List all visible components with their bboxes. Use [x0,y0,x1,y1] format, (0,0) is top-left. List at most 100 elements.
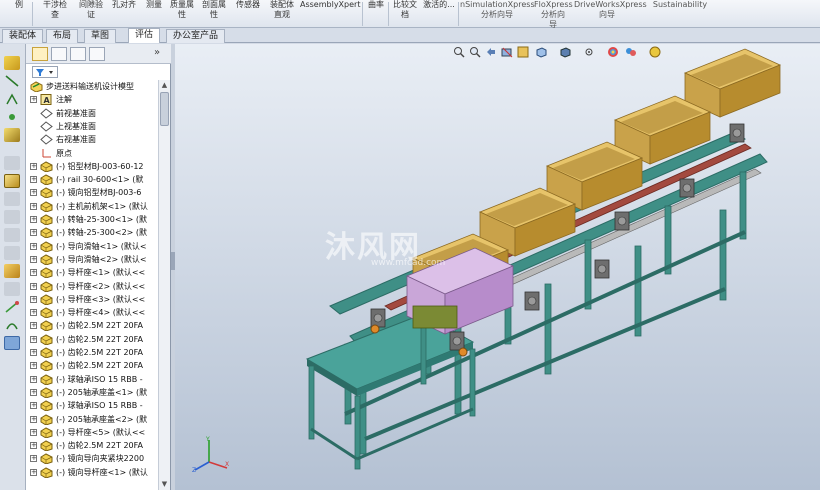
expand-toggle-icon[interactable]: + [30,96,37,104]
expand-toggle-icon[interactable]: + [30,202,37,210]
component-icon[interactable] [4,128,20,142]
expand-toggle-icon[interactable]: + [30,428,37,436]
simulationxpress-button[interactable]: nSimulationXpress 分析向导 [460,0,535,20]
assembly-visualization-button[interactable]: 装配体 直观 [266,0,298,20]
view-orientation-icon[interactable] [535,46,547,58]
expand-toggle-icon[interactable]: + [30,216,37,223]
part-icon [40,174,53,186]
expand-toggle-icon[interactable]: + [30,295,37,303]
tree-scrollbar[interactable]: ▲ ▼ [158,80,170,490]
table-leg [420,319,427,385]
zoom-to-fit-icon[interactable] [453,46,465,58]
property-manager-tab-icon[interactable] [51,47,67,61]
sketch-icon[interactable] [4,92,20,106]
move-icon[interactable] [4,300,20,314]
graphics-area[interactable]: 沐风网 www.mfcad.com Y X Z [175,44,820,490]
previous-view-icon[interactable] [485,46,497,58]
expand-toggle-icon[interactable]: + [30,455,37,463]
section-properties-button[interactable]: 剖面属 性 [200,0,228,20]
dynamic-annotation-icon[interactable] [517,46,529,58]
edit-appearance-icon[interactable] [607,46,619,58]
part-icon [40,254,53,266]
part-icon [40,307,53,319]
expand-toggle-icon[interactable]: + [30,176,37,184]
part-icon [40,201,53,213]
spring-icon[interactable] [4,318,20,332]
part-icon [40,320,53,332]
expand-toggle-icon[interactable]: + [30,335,37,343]
expand-toggle-icon[interactable]: + [30,375,37,383]
hole-alignment-button[interactable]: 孔对齐 [108,0,140,10]
scroll-down-icon[interactable]: ▼ [160,480,169,489]
selected-tool-icon[interactable] [4,336,20,350]
interference-check-button[interactable]: 干涉检 查 [38,0,72,20]
tree-item-label: (-) 镜向铝型材BJ-003-6 [56,188,142,198]
expand-panel-arrows[interactable]: » [154,47,160,58]
mass-properties-button[interactable]: 质量属 性 [168,0,196,20]
point-icon[interactable] [4,110,20,124]
part-icon [40,334,53,346]
sensor-button[interactable]: 传感器 [232,0,264,10]
expand-toggle-icon[interactable]: + [30,349,37,356]
curvature-button[interactable]: 曲率 [366,0,386,10]
feature-tree-tab-icon[interactable] [32,47,48,61]
apply-scene-icon[interactable] [625,46,637,58]
frame-leg [664,205,672,275]
tab-evaluate[interactable]: 评估 [128,28,161,43]
smart-dimension-icon[interactable] [4,56,20,70]
scroll-up-icon[interactable]: ▲ [160,81,169,90]
assemblyxpert-button[interactable]: AssemblyXpert [300,0,360,10]
expand-toggle-icon[interactable]: + [30,255,37,263]
zoom-area-icon[interactable] [469,46,481,58]
tab-assembly[interactable]: 装配体 [2,29,44,43]
roller [452,336,462,346]
expand-toggle-icon[interactable]: + [30,229,37,237]
measure-button[interactable]: 测量 [142,0,166,10]
expand-toggle-icon[interactable]: + [30,415,37,423]
pattern-icon[interactable] [4,264,20,278]
part-icon [40,241,53,253]
tree-item-label: (-) rail 30-600<1> (默 [56,175,144,185]
active-tool-icon[interactable] [4,174,20,188]
expand-toggle-icon[interactable]: + [30,402,37,410]
tab-layout[interactable]: 布局 [46,29,79,43]
compare-documents-button[interactable]: 比较文 档 [392,0,418,20]
activate-button[interactable]: 激活的... [422,0,456,10]
expand-toggle-icon[interactable]: + [30,282,37,290]
display-manager-tab-icon[interactable] [89,47,105,61]
frame-leg [739,171,747,240]
sustainability-button[interactable]: Sustainability [652,0,708,10]
expand-toggle-icon[interactable]: + [30,189,37,197]
disabled-tool-icon [4,210,20,224]
tab-sketch[interactable]: 草图 [84,29,117,43]
display-style-icon[interactable] [559,46,571,58]
tab-office-products[interactable]: 办公室产品 [166,29,226,43]
ribbon-item-0[interactable]: 例 [10,0,28,10]
actuator-cap [370,324,380,334]
command-ribbon: 例 干涉检 查 间隙验 证 孔对齐 测量 质量属 性 剖面属 性 传感器 装配体… [0,0,820,30]
roller [373,313,383,323]
feature-manager-tabs: » [26,44,171,64]
expand-toggle-icon[interactable]: + [30,309,37,317]
view-settings-icon[interactable] [649,46,661,58]
expand-toggle-icon[interactable]: + [30,242,37,250]
filter-dropdown[interactable] [32,66,58,78]
left-toolbar [0,44,26,490]
expand-toggle-icon[interactable]: + [30,269,37,277]
scroll-thumb[interactable] [160,92,169,126]
section-view-icon[interactable] [501,46,513,58]
tree-item-label: 原点 [56,148,72,158]
configuration-manager-tab-icon[interactable] [70,47,86,61]
expand-toggle-icon[interactable]: + [30,468,37,476]
expand-toggle-icon[interactable]: + [30,162,37,170]
driveworksxpress-button[interactable]: DriveWorksXpress 向导 [574,0,647,20]
expand-toggle-icon[interactable]: + [30,442,37,450]
floxpress-button[interactable]: FloXpress 分析向 导 [534,0,573,30]
expand-toggle-icon[interactable]: + [30,362,37,370]
expand-toggle-icon[interactable]: + [30,322,37,330]
hide-show-items-icon[interactable] [583,46,595,58]
expand-toggle-icon[interactable]: + [30,388,37,396]
line-icon[interactable] [4,74,20,88]
clearance-verify-button[interactable]: 间隙验 证 [74,0,108,20]
part-icon [40,440,53,452]
